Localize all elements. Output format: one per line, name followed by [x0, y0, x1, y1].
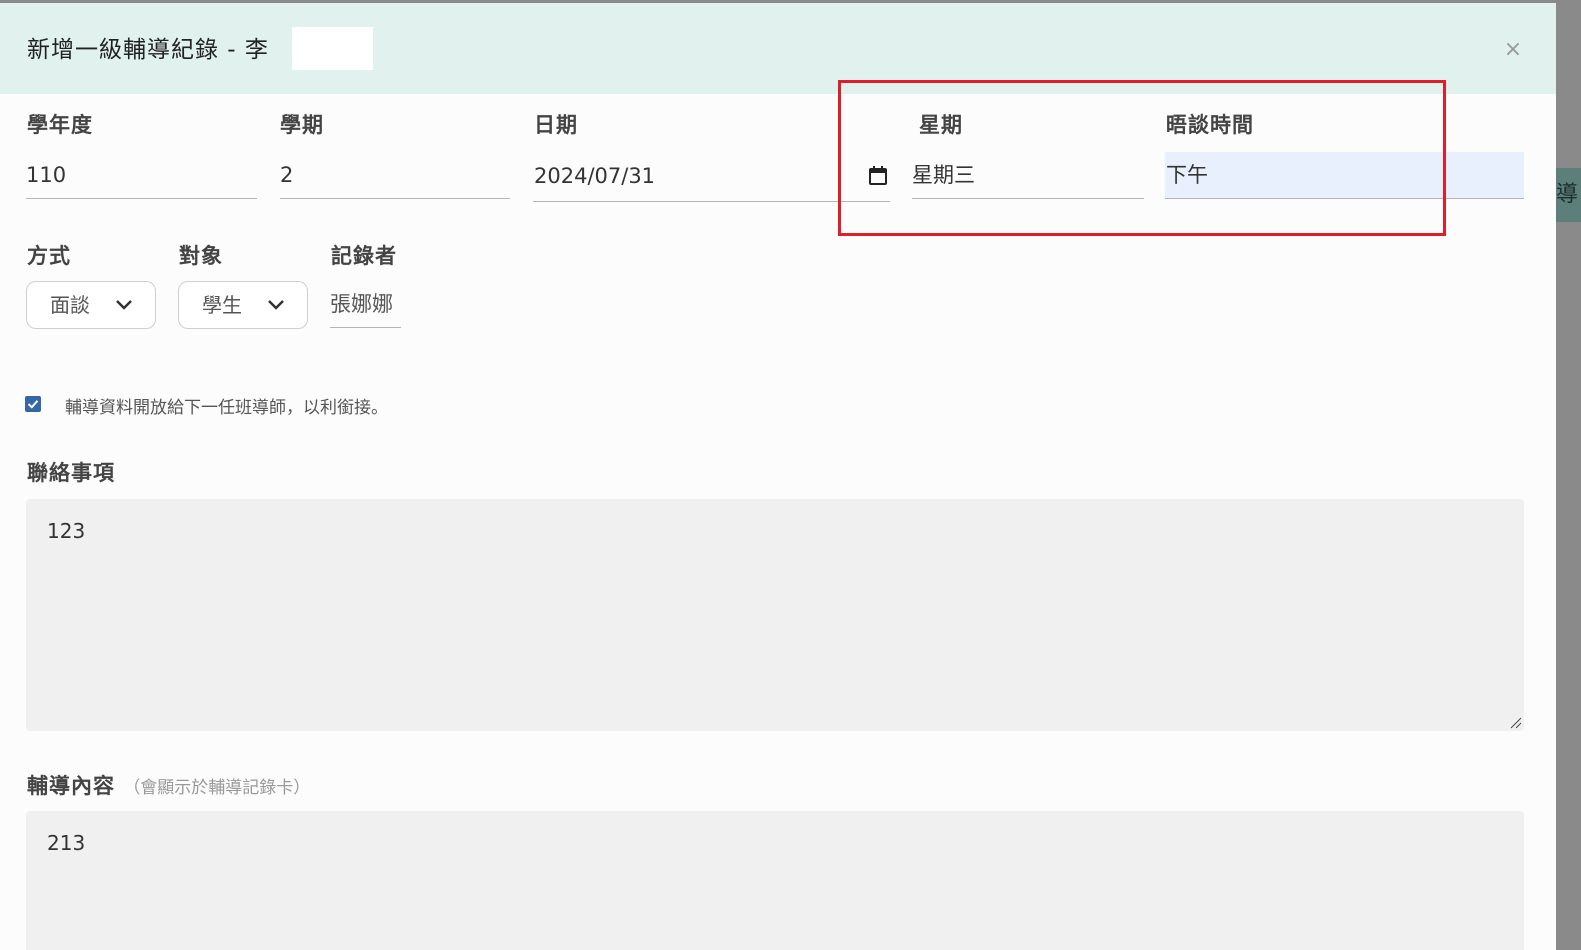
close-icon[interactable]: × — [1500, 37, 1526, 63]
date-input[interactable]: 2024/07/31 — [533, 153, 890, 202]
target-selected: 學生 — [202, 293, 242, 317]
background-edge-text: 導 — [1556, 182, 1579, 207]
school-year-value: 110 — [26, 163, 67, 187]
contact-notes-textarea[interactable]: 123 — [26, 499, 1524, 731]
contact-notes-value: 123 — [47, 519, 86, 543]
date-label: 日期 — [534, 113, 578, 137]
contact-notes-label: 聯絡事項 — [27, 461, 115, 485]
redacted-name-mask — [292, 27, 373, 70]
method-label: 方式 — [27, 244, 71, 268]
target-label: 對象 — [179, 244, 223, 268]
counsel-content-title: 輔導內容 — [27, 774, 115, 798]
counsel-content-label: 輔導內容 （會顯示於輔導記錄卡） — [27, 770, 310, 800]
share-checkbox-label: 輔導資料開放給下一任班導師，以利銜接。 — [65, 398, 388, 418]
chevron-down-icon — [116, 300, 132, 310]
recorder-value: 張娜娜 — [330, 292, 393, 316]
counsel-content-value: 213 — [47, 831, 86, 855]
background-page-edge: 導 — [1556, 168, 1581, 222]
semester-value: 2 — [280, 163, 294, 187]
method-selected: 面談 — [50, 293, 90, 317]
recorder-label: 記錄者 — [331, 244, 397, 268]
method-select[interactable]: 面談 — [26, 281, 156, 329]
resize-handle-icon[interactable] — [1510, 717, 1522, 729]
semester-label: 學期 — [280, 113, 324, 137]
checkmark-icon — [27, 400, 39, 409]
counsel-content-textarea[interactable]: 213 — [26, 811, 1524, 950]
date-value: 2024/07/31 — [534, 164, 656, 188]
recorder-input: 張娜娜 — [330, 281, 401, 328]
add-counseling-record-dialog: 新增一級輔導紀錄 - 李 × 學年度 學期 日期 星期 晤談時間 110 2 2… — [0, 3, 1556, 950]
semester-input[interactable]: 2 — [280, 152, 510, 199]
counsel-content-hint: （會顯示於輔導記錄卡） — [123, 778, 311, 798]
school-year-input[interactable]: 110 — [26, 152, 257, 199]
target-select[interactable]: 學生 — [178, 281, 308, 329]
dialog-title: 新增一級輔導紀錄 - 李 — [27, 37, 269, 63]
school-year-label: 學年度 — [27, 113, 93, 137]
chevron-down-icon — [268, 300, 284, 310]
share-checkbox[interactable] — [25, 396, 41, 412]
annotation-highlight-box — [838, 80, 1446, 236]
